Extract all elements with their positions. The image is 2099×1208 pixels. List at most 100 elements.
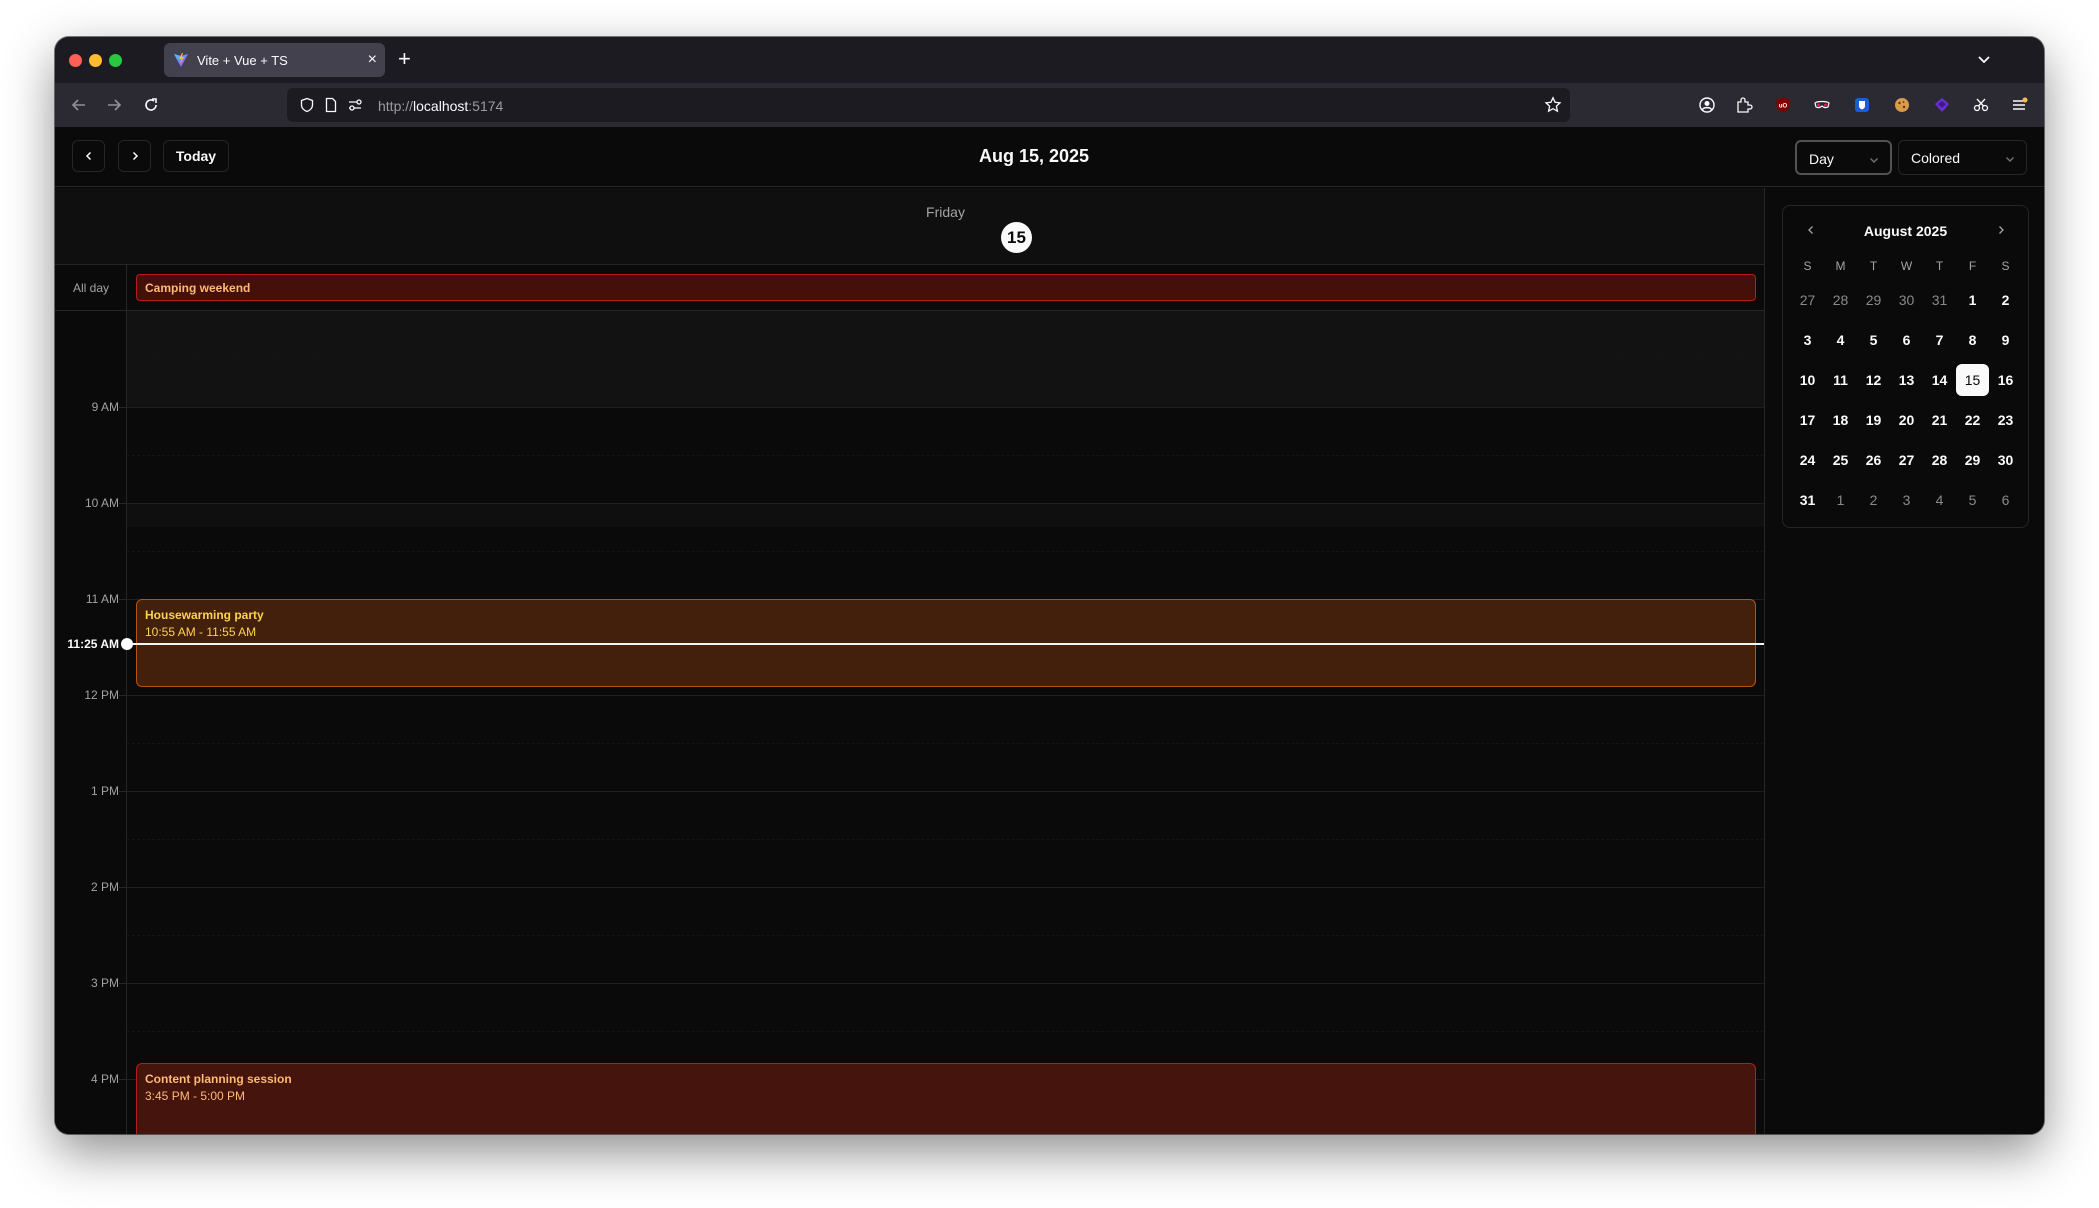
day-cell[interactable]: 14 (1923, 364, 1956, 396)
day-cell[interactable]: 11 (1824, 364, 1857, 396)
app-menu-icon[interactable] (2010, 96, 2028, 114)
maximize-window-button[interactable] (109, 54, 122, 67)
page-icon[interactable] (323, 97, 339, 113)
day-cell[interactable]: 24 (1791, 444, 1824, 476)
extension-scissors-icon[interactable] (1972, 96, 1990, 114)
day-cell[interactable]: 31 (1923, 284, 1956, 316)
hour-tick (119, 1079, 127, 1080)
private-mask-icon[interactable] (1813, 96, 1831, 114)
hour-label: 12 PM (84, 688, 119, 702)
back-arrow-icon[interactable] (69, 95, 89, 115)
day-cell[interactable]: 2 (1989, 284, 2022, 316)
day-cell[interactable]: 10 (1791, 364, 1824, 396)
sidebar: August 2025 S M T W T F S 27 28 29 30 31… (1764, 188, 2044, 1134)
reload-icon[interactable] (141, 95, 161, 115)
hour-label: 3 PM (90, 976, 119, 990)
view-select[interactable]: Day (1795, 140, 1892, 175)
current-time-line (127, 643, 1764, 645)
hour-tick (119, 695, 127, 696)
day-column-header[interactable]: Friday 15 (127, 188, 1764, 265)
close-window-button[interactable] (69, 54, 82, 67)
day-cell[interactable]: 2 (1857, 484, 1890, 516)
day-cell[interactable]: 5 (1956, 484, 1989, 516)
day-cell[interactable]: 27 (1791, 284, 1824, 316)
event-card[interactable]: Content planning session 3:45 PM - 5:00 … (136, 1063, 1756, 1134)
day-cell[interactable]: 4 (1824, 324, 1857, 356)
hour-label: 4 PM (90, 1072, 119, 1086)
day-cell[interactable]: 5 (1857, 324, 1890, 356)
mini-calendar: August 2025 S M T W T F S 27 28 29 30 31… (1782, 205, 2029, 528)
hour-label: 2 PM (90, 880, 119, 894)
day-cell[interactable]: 7 (1923, 324, 1956, 356)
day-view-grid: Friday 15 All day Camping weekend 9 AM 1… (55, 188, 1764, 1134)
extensions-puzzle-icon[interactable] (1735, 96, 1753, 114)
day-cell[interactable]: 29 (1857, 284, 1890, 316)
day-cell-selected[interactable]: 15 (1956, 364, 1989, 396)
half-hour-line (127, 455, 1764, 456)
day-cell[interactable]: 17 (1791, 404, 1824, 436)
day-cell[interactable]: 30 (1890, 284, 1923, 316)
day-cell[interactable]: 18 (1824, 404, 1857, 436)
week-row: 17 18 19 20 21 22 23 (1791, 404, 2022, 444)
color-mode-select[interactable]: Colored (1898, 140, 2027, 175)
browser-tab[interactable]: Vite + Vue + TS × (164, 43, 385, 77)
day-cell[interactable]: 31 (1791, 484, 1824, 516)
day-cell[interactable]: 6 (1989, 484, 2022, 516)
cookie-icon[interactable] (1893, 96, 1911, 114)
url-text[interactable]: http://localhost:5174 (378, 98, 503, 114)
day-cell[interactable]: 9 (1989, 324, 2022, 356)
day-cell[interactable]: 19 (1857, 404, 1890, 436)
hour-line (127, 503, 1764, 504)
event-time: 10:55 AM - 11:55 AM (145, 625, 257, 639)
ublock-origin-icon[interactable]: uO (1774, 96, 1792, 114)
day-cell[interactable]: 1 (1956, 284, 1989, 316)
day-cell[interactable]: 29 (1956, 444, 1989, 476)
vue-devtools-icon[interactable] (1933, 96, 1951, 114)
off-hours-block (127, 503, 1764, 527)
day-cell[interactable]: 23 (1989, 404, 2022, 436)
day-cell[interactable]: 27 (1890, 444, 1923, 476)
day-cell[interactable]: 22 (1956, 404, 1989, 436)
permissions-icon[interactable] (347, 97, 363, 113)
day-cell[interactable]: 6 (1890, 324, 1923, 356)
new-tab-button[interactable]: + (398, 45, 411, 73)
date-number-badge[interactable]: 15 (1001, 222, 1032, 253)
day-cell[interactable]: 12 (1857, 364, 1890, 396)
address-bar[interactable]: http://localhost:5174 (287, 88, 1570, 122)
day-cell[interactable]: 3 (1890, 484, 1923, 516)
close-tab-icon[interactable]: × (368, 50, 377, 70)
day-cell[interactable]: 1 (1824, 484, 1857, 516)
day-cell[interactable]: 3 (1791, 324, 1824, 356)
hour-tick (119, 407, 127, 408)
event-title: Housewarming party (145, 608, 264, 622)
timeline[interactable]: 9 AM 10 AM 11 AM 12 PM 1 PM 2 PM 3 PM 4 … (55, 311, 1764, 1134)
mini-calendar-next-button[interactable] (1988, 218, 2013, 243)
day-cell[interactable]: 8 (1956, 324, 1989, 356)
list-all-tabs-icon[interactable] (1974, 49, 1994, 69)
day-cell[interactable]: 20 (1890, 404, 1923, 436)
day-cell[interactable]: 13 (1890, 364, 1923, 396)
half-hour-line (127, 1031, 1764, 1032)
current-time-label: 11:25 AM (67, 637, 119, 651)
shield-icon[interactable] (299, 97, 315, 113)
forward-arrow-icon[interactable] (104, 95, 124, 115)
bookmark-star-icon[interactable] (1544, 96, 1562, 114)
minimize-window-button[interactable] (89, 54, 102, 67)
hour-tick (119, 983, 127, 984)
day-cell[interactable]: 26 (1857, 444, 1890, 476)
day-cell[interactable]: 28 (1923, 444, 1956, 476)
day-cell[interactable]: 16 (1989, 364, 2022, 396)
hour-label: 10 AM (84, 496, 119, 510)
day-cell[interactable]: 25 (1824, 444, 1857, 476)
bitwarden-icon[interactable] (1853, 96, 1871, 114)
half-hour-line (127, 935, 1764, 936)
account-icon[interactable] (1698, 96, 1716, 114)
all-day-event[interactable]: Camping weekend (136, 274, 1756, 301)
day-cell[interactable]: 21 (1923, 404, 1956, 436)
week-row: 3 4 5 6 7 8 9 (1791, 324, 2022, 364)
day-cell[interactable]: 4 (1923, 484, 1956, 516)
tab-bar: Vite + Vue + TS × + (55, 37, 2044, 83)
day-cell[interactable]: 28 (1824, 284, 1857, 316)
day-cell[interactable]: 30 (1989, 444, 2022, 476)
half-hour-line (127, 839, 1764, 840)
